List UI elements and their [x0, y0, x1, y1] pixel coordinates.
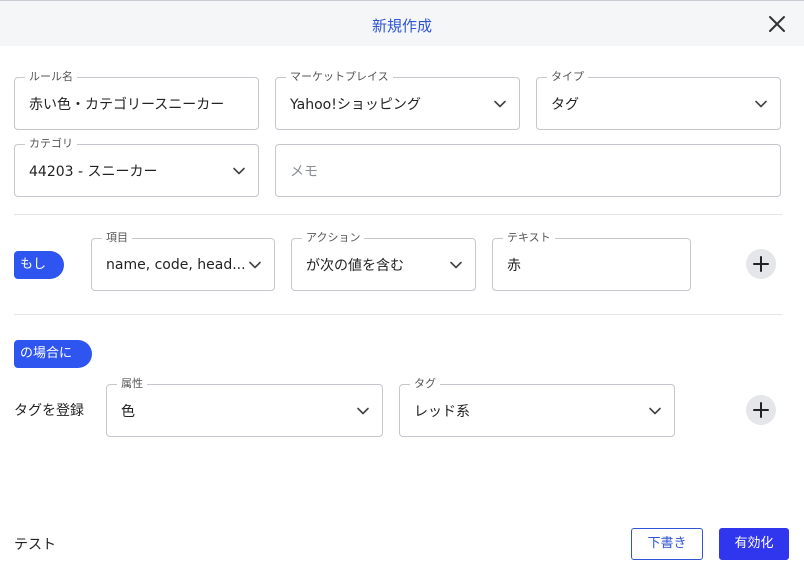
- type-value: タグ: [551, 96, 579, 113]
- section-divider: [14, 314, 782, 315]
- tag-label: タグ: [410, 377, 440, 391]
- if-badge: もし: [14, 251, 64, 279]
- chevron-down-icon: [249, 261, 261, 268]
- category-label: カテゴリ: [25, 137, 77, 151]
- register-tag-label: タグを登録: [14, 403, 84, 419]
- plus-icon: [753, 402, 769, 418]
- text-value: 赤: [507, 257, 521, 274]
- attribute-value: 色: [121, 403, 135, 420]
- rule-name-label: ルール名: [25, 70, 77, 84]
- chevron-down-icon: [755, 100, 767, 107]
- rule-name-field[interactable]: ルール名 赤い色・カテゴリースニーカー: [14, 70, 259, 130]
- type-select[interactable]: タイプ タグ: [536, 70, 781, 130]
- draft-button[interactable]: 下書き: [631, 528, 703, 560]
- item-select[interactable]: 項目 name, code, head...: [91, 231, 275, 291]
- activate-button[interactable]: 有効化: [719, 528, 789, 560]
- rule-name-value: 赤い色・カテゴリースニーカー: [29, 96, 225, 113]
- dialog-title: 新規作成: [371, 17, 432, 35]
- marketplace-select[interactable]: マーケットプレイス Yahoo!ショッピング: [275, 70, 520, 130]
- text-input[interactable]: テキスト 赤: [492, 231, 691, 291]
- section-divider: [14, 214, 782, 215]
- plus-icon: [753, 256, 769, 272]
- item-label: 項目: [102, 231, 132, 245]
- chevron-down-icon: [649, 407, 661, 414]
- add-condition-button[interactable]: [746, 249, 776, 279]
- marketplace-label: マーケットプレイス: [286, 70, 393, 84]
- action-value: が次の値を含む: [306, 257, 404, 274]
- tag-value: レッド系: [414, 403, 470, 420]
- marketplace-value: Yahoo!ショッピング: [290, 96, 421, 113]
- attribute-label: 属性: [117, 377, 147, 391]
- chevron-down-icon: [357, 407, 369, 414]
- add-action-button[interactable]: [746, 395, 776, 425]
- category-value: 44203 - スニーカー: [29, 163, 158, 180]
- attribute-select[interactable]: 属性 色: [106, 377, 383, 437]
- memo-placeholder: メモ: [290, 163, 318, 180]
- close-icon: [769, 16, 785, 32]
- text-label: テキスト: [503, 231, 555, 245]
- chevron-down-icon: [494, 100, 506, 107]
- type-label: タイプ: [547, 70, 588, 84]
- when-badge: の場合に: [14, 340, 92, 368]
- chevron-down-icon: [450, 261, 462, 268]
- action-label: アクション: [302, 231, 365, 245]
- dialog-header: 新規作成: [0, 0, 804, 46]
- action-select[interactable]: アクション が次の値を含む: [291, 231, 476, 291]
- chevron-down-icon: [233, 167, 245, 174]
- tag-select[interactable]: タグ レッド系: [399, 377, 675, 437]
- item-value: name, code, head...: [106, 256, 246, 273]
- memo-input[interactable]: メモ: [275, 144, 781, 197]
- test-link[interactable]: テスト: [14, 534, 56, 554]
- close-button[interactable]: [766, 13, 788, 35]
- category-select[interactable]: カテゴリ 44203 - スニーカー: [14, 137, 259, 197]
